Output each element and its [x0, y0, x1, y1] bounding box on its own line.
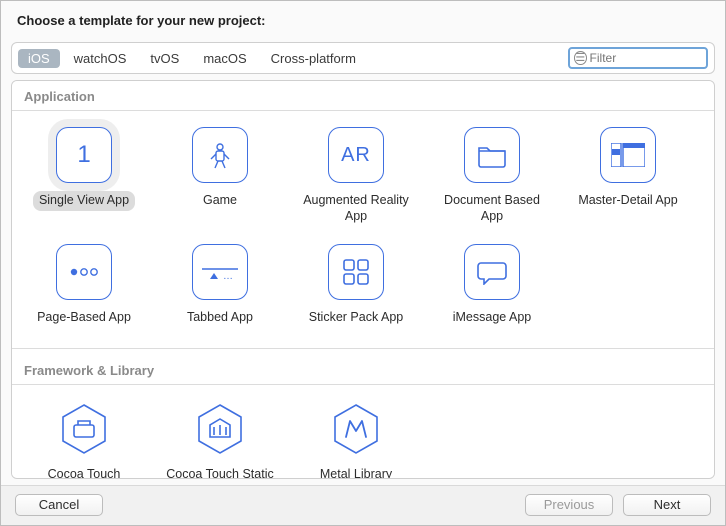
template-page-based-app[interactable]: Page-Based App: [16, 236, 152, 338]
template-cocoa-touch-framework[interactable]: Cocoa Touch Framework: [16, 393, 152, 479]
template-label: Game: [197, 191, 243, 211]
template-label: iMessage App: [447, 308, 538, 328]
tab-label: macOS: [203, 51, 246, 66]
template-cocoa-touch-static-library[interactable]: Cocoa Touch Static Library: [152, 393, 288, 479]
template-imessage-app[interactable]: iMessage App: [424, 236, 560, 338]
template-label: Cocoa Touch Framework: [20, 465, 148, 479]
template-label: Sticker Pack App: [303, 308, 410, 328]
section-heading-application: Application: [12, 81, 714, 108]
tab-cross-platform[interactable]: Cross-platform: [261, 49, 366, 68]
ar-icon: AR: [328, 127, 384, 183]
document-icon: [464, 127, 520, 183]
digit-1-icon: 1: [56, 127, 112, 183]
tab-tvos[interactable]: tvOS: [140, 49, 189, 68]
game-icon: [192, 127, 248, 183]
template-single-view-app[interactable]: 1 Single View App: [16, 119, 152, 236]
platform-tabbar: iOS watchOS tvOS macOS Cross-platform ☰: [11, 42, 715, 74]
static-library-icon: [192, 401, 248, 457]
tab-macos[interactable]: macOS: [193, 49, 256, 68]
tab-label: tvOS: [150, 51, 179, 66]
framework-grid: Cocoa Touch Framework Cocoa Touch Static…: [12, 391, 714, 479]
dialog-header: Choose a template for your new project:: [1, 1, 725, 34]
template-label: Document Based App: [428, 191, 556, 226]
template-game[interactable]: Game: [152, 119, 288, 236]
template-list: Application 1 Single View App Game AR Au…: [11, 80, 715, 479]
sticker-icon: [328, 244, 384, 300]
template-label: Master-Detail App: [572, 191, 683, 211]
tab-watchos[interactable]: watchOS: [64, 49, 137, 68]
master-detail-icon: [600, 127, 656, 183]
tabbed-icon: …: [192, 244, 248, 300]
filter-input[interactable]: [590, 51, 702, 65]
svg-text:…: …: [223, 271, 233, 282]
template-tabbed-app[interactable]: … Tabbed App: [152, 236, 288, 338]
template-label: Page-Based App: [31, 308, 137, 328]
metal-icon: [328, 401, 384, 457]
template-sticker-pack-app[interactable]: Sticker Pack App: [288, 236, 424, 338]
section-heading-framework: Framework & Library: [12, 355, 714, 382]
tab-ios[interactable]: iOS: [18, 49, 60, 68]
application-grid: 1 Single View App Game AR Augmented Real…: [12, 117, 714, 346]
template-metal-library[interactable]: Metal Library: [288, 393, 424, 479]
template-label: Tabbed App: [181, 308, 259, 328]
template-document-based-app[interactable]: Document Based App: [424, 119, 560, 236]
template-label: Single View App: [33, 191, 135, 211]
page-based-icon: [56, 244, 112, 300]
new-project-dialog: Choose a template for your new project: …: [0, 0, 726, 526]
template-label: Metal Library: [314, 465, 398, 479]
tab-label: iOS: [28, 51, 50, 66]
tab-label: Cross-platform: [271, 51, 356, 66]
template-master-detail-app[interactable]: Master-Detail App: [560, 119, 696, 236]
filter-field-wrap[interactable]: ☰: [568, 47, 708, 69]
cancel-button[interactable]: Cancel: [15, 494, 103, 516]
template-label: Cocoa Touch Static Library: [156, 465, 284, 479]
dialog-footer: Cancel Previous Next: [1, 485, 725, 525]
imessage-icon: [464, 244, 520, 300]
dialog-title: Choose a template for your new project:: [17, 13, 709, 28]
previous-button: Previous: [525, 494, 613, 516]
divider: [12, 348, 714, 349]
divider: [12, 110, 714, 111]
tab-label: watchOS: [74, 51, 127, 66]
filter-icon: ☰: [574, 51, 587, 65]
template-augmented-reality-app[interactable]: AR Augmented Reality App: [288, 119, 424, 236]
next-button[interactable]: Next: [623, 494, 711, 516]
divider: [12, 384, 714, 385]
template-label: Augmented Reality App: [292, 191, 420, 226]
framework-icon: [56, 401, 112, 457]
